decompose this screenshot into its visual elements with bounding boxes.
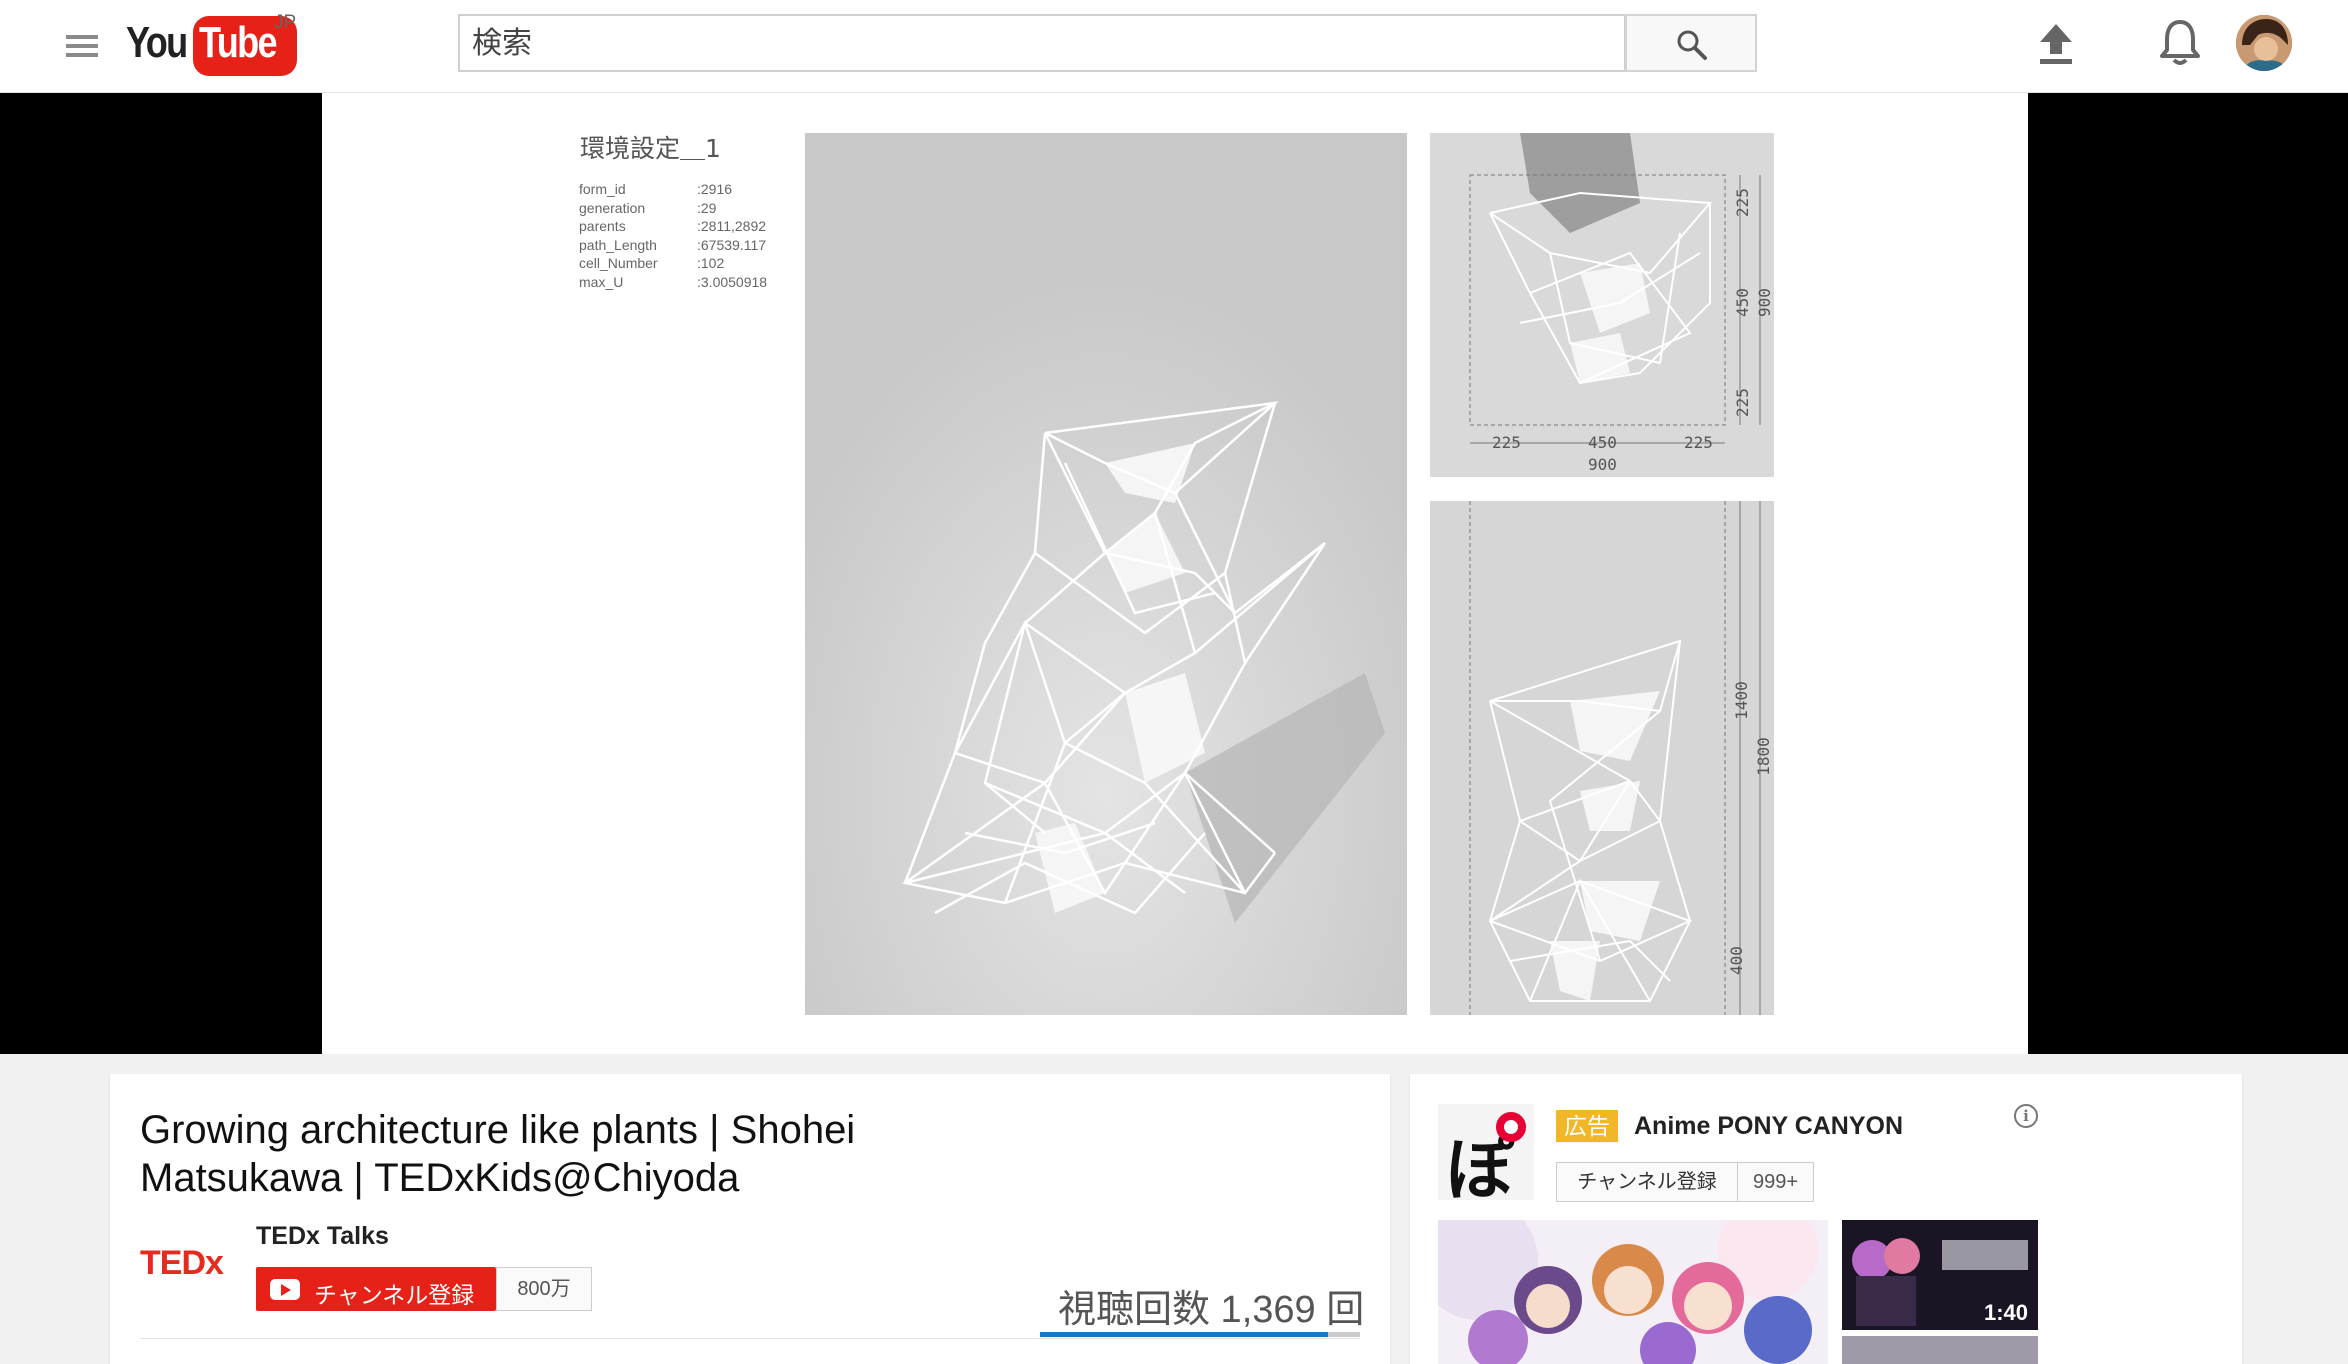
logo-region: JP xyxy=(274,12,297,33)
dimension-label: 900 xyxy=(1588,455,1617,474)
dimension-label: 1400 xyxy=(1731,681,1751,720)
bell-icon xyxy=(2160,20,2200,65)
ad-video-thumbnail-2[interactable]: 1:40 xyxy=(1842,1220,2038,1330)
param-row: cell_Number :102 xyxy=(579,255,799,274)
like-ratio-fill xyxy=(1040,1332,1328,1337)
video-player[interactable]: 環境設定＿1 form_id :2916 generation :29 parent… xyxy=(0,93,2348,1054)
param-value: :29 xyxy=(697,199,717,216)
anime-thumbnail-image xyxy=(1438,1220,1828,1364)
top-view-panel: 225 450 225 900 225 450 225 900 xyxy=(1430,133,1774,477)
ad-subscribe-button[interactable]: チャンネル登録 xyxy=(1556,1162,1738,1202)
video-title: Growing architecture like plants | Shohe… xyxy=(140,1108,856,1200)
param-value: :67539.117 xyxy=(697,236,767,253)
param-key: generation xyxy=(579,199,646,216)
subscribe-button[interactable]: チャンネル登録 xyxy=(256,1267,496,1311)
video-duration: 1:40 xyxy=(1983,1300,2028,1325)
param-key: form_id xyxy=(579,181,626,197)
ad-logo-dot xyxy=(1496,1112,1526,1142)
upload-icon xyxy=(2040,24,2072,64)
structure-top-view xyxy=(1469,133,1761,444)
channel-logo[interactable]: TEDx xyxy=(140,1244,224,1283)
avatar[interactable] xyxy=(2236,15,2292,71)
param-value: :3.0050918 xyxy=(697,273,768,290)
promoted-channel-card: ぽ 広告 Anime PONY CANYON i チャンネル登録 999+ 1:… xyxy=(1410,1074,2242,1364)
dimension-label: 225 xyxy=(1684,433,1713,452)
notifications-button[interactable] xyxy=(2158,18,2202,68)
ad-channel-logo[interactable]: ぽ xyxy=(1438,1104,1534,1210)
param-row: parents :2811,2892 xyxy=(579,218,799,237)
parameter-table: form_id :2916 generation :29 parents :2811,… xyxy=(579,181,799,293)
param-key: cell_Number xyxy=(579,255,658,272)
param-row: max_U :3.0050918 xyxy=(579,274,799,293)
ad-video-thumbnail[interactable] xyxy=(1438,1220,1828,1364)
ad-channel-name[interactable]: Anime PONY CANYON xyxy=(1634,1110,1903,1142)
menu-icon[interactable] xyxy=(62,30,102,62)
info-icon[interactable]: i xyxy=(2014,1104,2038,1128)
param-value: :2811,2892 xyxy=(697,218,767,235)
param-row: path_Length :67539.117 xyxy=(579,237,799,256)
slide-title: 環境設定＿1 xyxy=(580,134,721,163)
upload-button[interactable] xyxy=(2034,20,2078,68)
dimension-label: 225 xyxy=(1492,433,1521,452)
view-count: 視聴回数 1,369 回 xyxy=(1058,1289,1365,1331)
dimension-label: 450 xyxy=(1588,433,1617,452)
param-value: :102 xyxy=(697,255,725,272)
param-key: parents xyxy=(579,218,626,235)
structure-perspective-render xyxy=(805,133,1407,1015)
dimension-label: 225 xyxy=(1732,388,1752,417)
search-input[interactable] xyxy=(460,16,1626,70)
ad-video-thumbnail-3[interactable] xyxy=(1842,1336,2038,1364)
subscriber-count: 800万 xyxy=(496,1267,592,1311)
structure-side-view xyxy=(1469,501,1761,1015)
param-row: form_id :2916 xyxy=(579,181,799,200)
ad-badge: 広告 xyxy=(1556,1110,1618,1142)
param-value: :2916 xyxy=(697,181,733,197)
dimension-label: 1800 xyxy=(1753,737,1773,776)
like-dislike-bar xyxy=(1040,1332,1360,1337)
video-info-card: Growing architecture like plants | Shohe… xyxy=(110,1074,1390,1364)
channel-name[interactable]: TEDx Talks xyxy=(256,1222,389,1251)
search-box xyxy=(458,14,1626,72)
param-key: max_U xyxy=(579,273,624,290)
search-icon xyxy=(1677,30,1707,60)
param-key: path_Length xyxy=(579,236,657,253)
divider xyxy=(140,1338,1360,1339)
param-row: generation :29 xyxy=(579,200,799,219)
masthead: You Tube JP xyxy=(0,0,2348,93)
ad-subscriber-count: 999+ xyxy=(1738,1162,1814,1202)
video-frame[interactable]: 環境設定＿1 form_id :2916 generation :29 parent… xyxy=(322,93,2028,1054)
youtube-logo[interactable]: You Tube JP xyxy=(126,12,306,76)
channel-logo-text: TEDx xyxy=(140,1244,224,1282)
dimension-label: 225 xyxy=(1732,188,1752,217)
dimension-label: 900 xyxy=(1754,288,1774,317)
youtube-play-icon xyxy=(270,1279,300,1300)
dimension-label: 450 xyxy=(1732,288,1752,317)
subscribe-label: チャンネル登録 xyxy=(314,1282,475,1308)
perspective-render-panel xyxy=(805,133,1407,1015)
avatar-image xyxy=(2236,15,2292,71)
logo-you-text: You xyxy=(126,18,188,67)
search-button[interactable] xyxy=(1625,14,1757,72)
side-view-panel: 1400 400 1800 xyxy=(1430,501,1774,1015)
dimension-label: 400 xyxy=(1726,946,1746,975)
logo-tube-text: Tube xyxy=(199,18,278,67)
